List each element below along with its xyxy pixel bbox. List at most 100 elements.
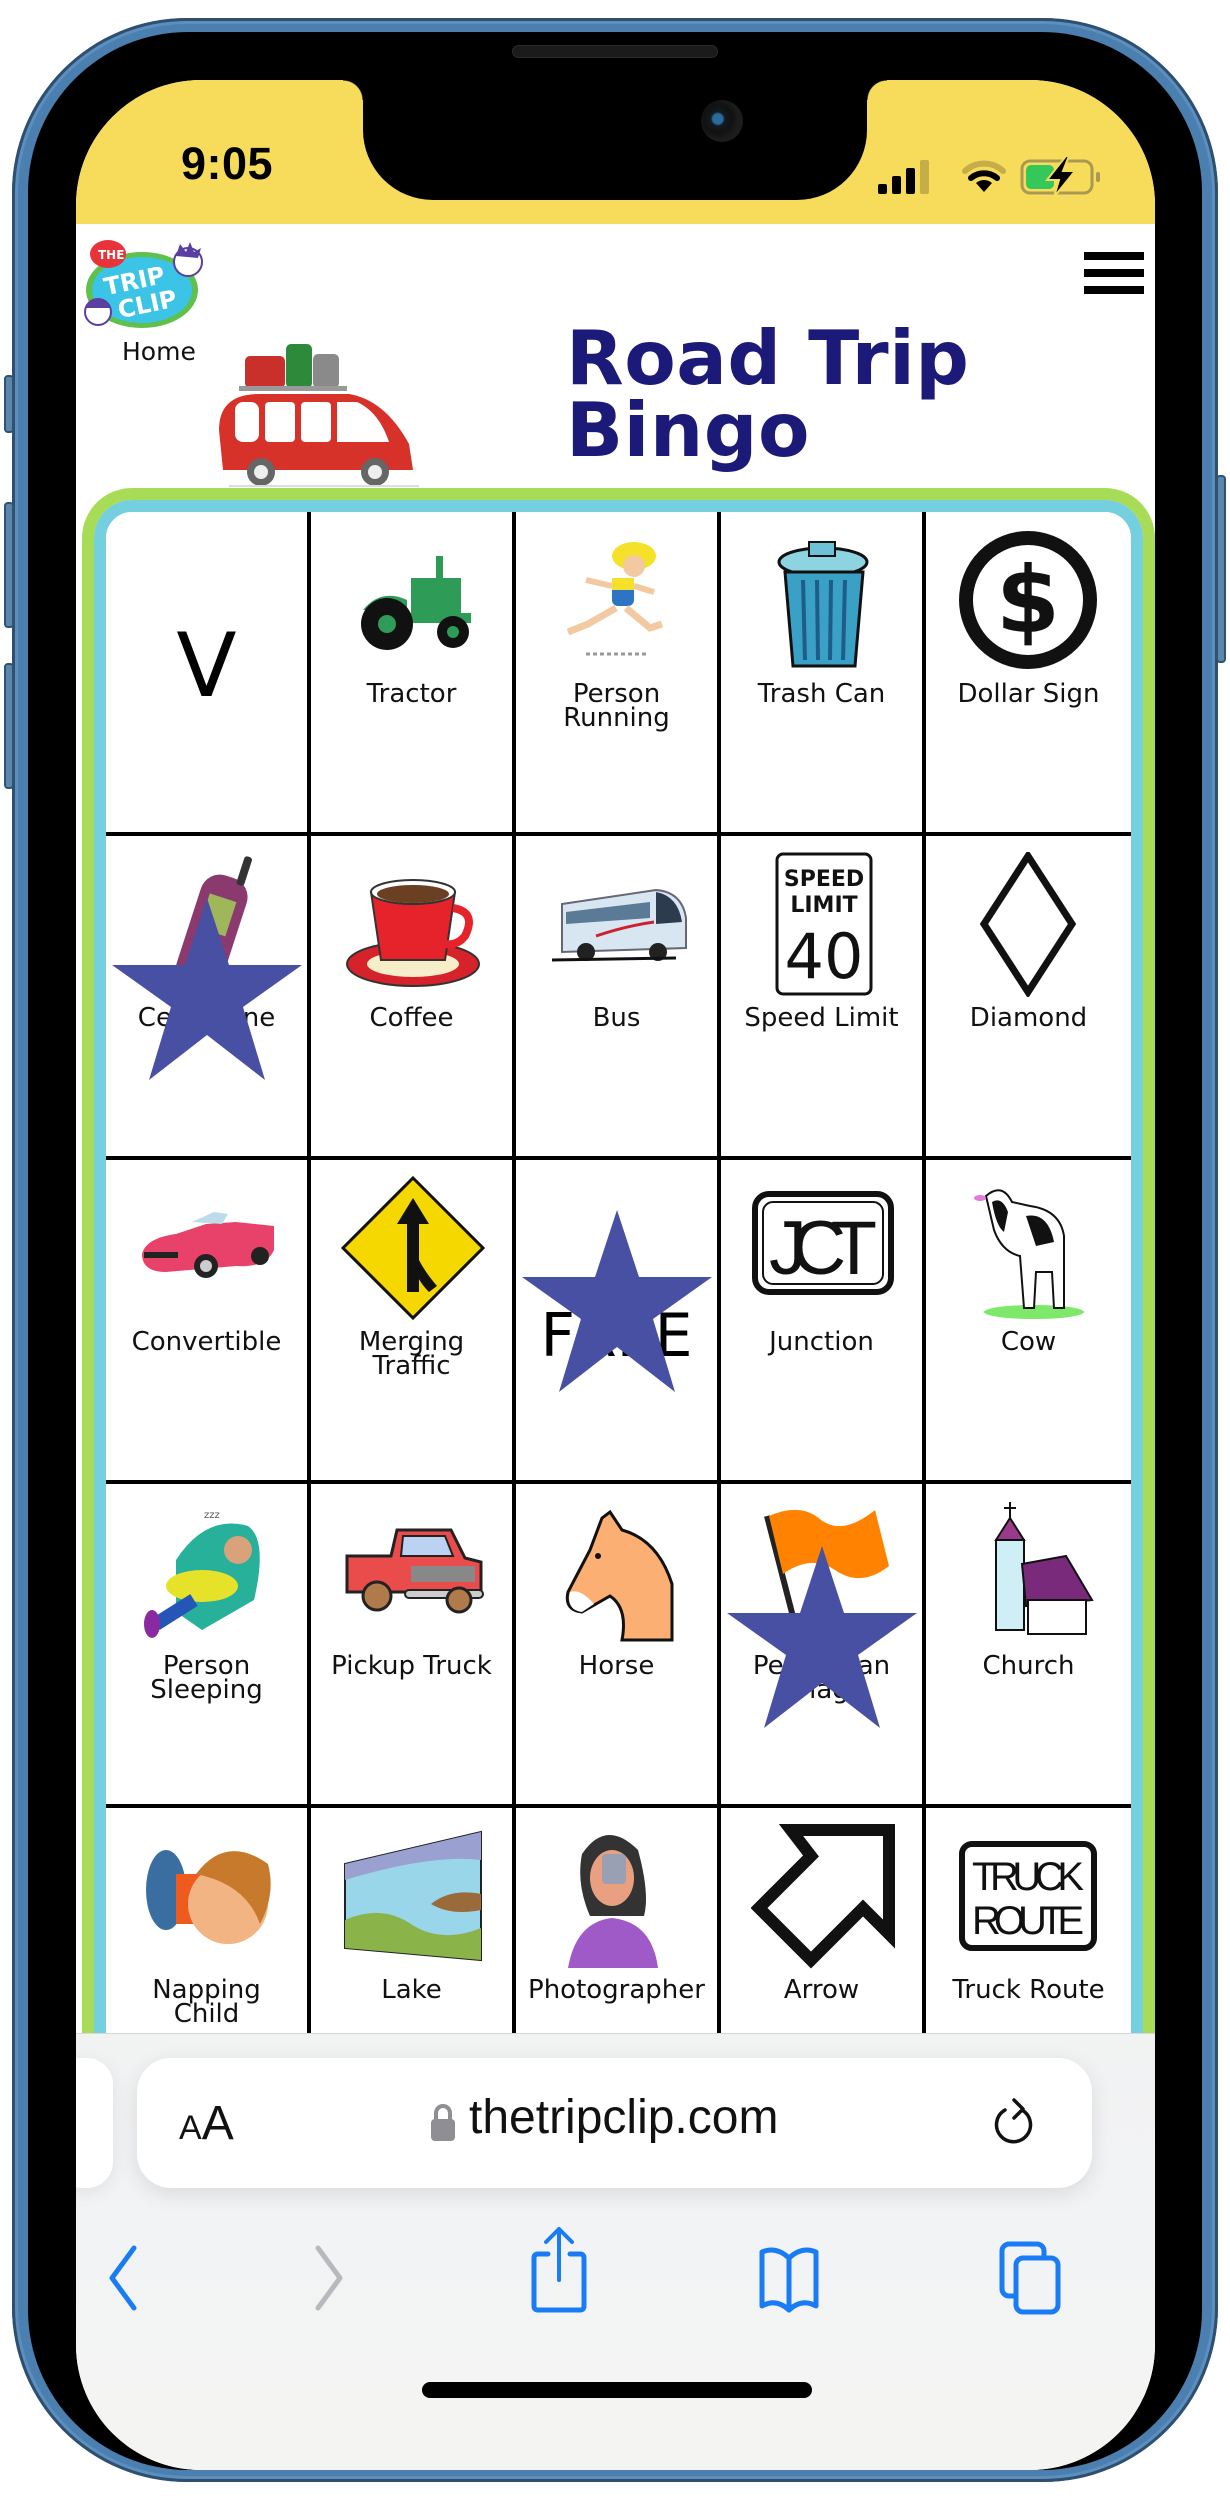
- bingo-cell[interactable]: Person Running: [516, 512, 721, 836]
- mute-switch: [4, 375, 14, 433]
- bingo-cell[interactable]: Church: [926, 1484, 1131, 1808]
- bingo-cell[interactable]: Napping Child: [106, 1808, 311, 2036]
- bingo-cell[interactable]: FREE: [516, 1160, 721, 1484]
- url-text[interactable]: thetripclip.com: [469, 2090, 778, 2145]
- bingo-board-frame: V Tractor Person Running Trash Can $ Dollar S…: [82, 488, 1155, 2036]
- status-time: 9:05: [181, 138, 274, 189]
- wifi-icon: [962, 160, 1006, 192]
- pickup-truck-icon: [341, 1500, 486, 1645]
- front-camera-icon: [701, 100, 743, 142]
- signal-bar: [892, 176, 901, 194]
- napping-child-icon: [136, 1824, 281, 1969]
- hamburger-menu-icon[interactable]: [1084, 250, 1144, 296]
- back-chevron-icon[interactable]: [90, 2240, 160, 2316]
- arrow-sign-icon: [751, 1824, 896, 1969]
- text-size-big: A: [201, 2097, 234, 2150]
- home-indicator[interactable]: [422, 2382, 812, 2398]
- bingo-cell[interactable]: Trash Can: [721, 512, 926, 836]
- browser-toolbar: AA thetripclip.com: [76, 2033, 1155, 2470]
- bingo-cell[interactable]: Bus: [516, 836, 721, 1160]
- bingo-board: V Tractor Person Running Trash Can $ Dollar S…: [94, 500, 1143, 2036]
- bingo-cell[interactable]: SPEED LIMIT 40 Speed Limit: [721, 836, 926, 1160]
- horse-icon: [546, 1500, 691, 1645]
- bingo-cell[interactable]: Photographer: [516, 1808, 721, 2036]
- svg-text:zzz: zzz: [204, 1510, 220, 1521]
- status-bar: 9:05: [76, 80, 1155, 224]
- svg-text:JCT: JCT: [769, 1206, 877, 1291]
- person-sleeping-icon: zzz: [136, 1500, 281, 1645]
- page-title: Road Trip Bingo: [566, 321, 1126, 468]
- bookmarks-book-icon[interactable]: [754, 2240, 824, 2316]
- share-icon[interactable]: [524, 2224, 594, 2314]
- person-running-icon: [546, 528, 691, 673]
- svg-text:LIMIT: LIMIT: [790, 893, 857, 918]
- svg-text:ROUTE: ROUTE: [972, 1899, 1084, 1943]
- text-size-button[interactable]: AA: [179, 2096, 234, 2151]
- bingo-cell[interactable]: Pedestrian Flag: [721, 1484, 926, 1808]
- address-bar[interactable]: AA thetripclip.com: [137, 2058, 1092, 2188]
- church-icon: [956, 1500, 1101, 1645]
- cell-label: Napping Child: [152, 1975, 261, 2029]
- bingo-cell[interactable]: Diamond: [926, 836, 1131, 1160]
- bingo-cell[interactable]: Arrow: [721, 1808, 926, 2036]
- forward-chevron-icon[interactable]: [292, 2240, 362, 2316]
- bingo-cell[interactable]: Cell Phone: [106, 836, 311, 1160]
- tabs-icon[interactable]: [996, 2240, 1066, 2316]
- status-icons: [878, 155, 1100, 198]
- cell-phone-icon: [136, 852, 281, 997]
- bingo-cell[interactable]: Coffee: [311, 836, 516, 1160]
- bingo-cell[interactable]: Pickup Truck: [311, 1484, 516, 1808]
- bingo-cell[interactable]: zzz Person Sleeping: [106, 1484, 311, 1808]
- bingo-letter: V: [176, 614, 237, 717]
- bingo-cell[interactable]: Cow: [926, 1160, 1131, 1484]
- cell-label: Church: [982, 1651, 1075, 1681]
- bingo-cell[interactable]: JCT Junction: [721, 1160, 926, 1484]
- cell-label: Truck Route: [952, 1975, 1105, 2005]
- cell-label: Pedestrian Flag: [752, 1651, 891, 1705]
- bingo-cell[interactable]: Horse: [516, 1484, 721, 1808]
- bingo-cell[interactable]: Convertible: [106, 1160, 311, 1484]
- bingo-cell[interactable]: V: [106, 512, 311, 836]
- text-size-small: A: [179, 2109, 202, 2147]
- previous-tab-pill[interactable]: [76, 2058, 113, 2188]
- volume-up-button: [4, 502, 14, 628]
- cell-label: Coffee: [369, 1003, 454, 1033]
- earpiece-speaker: [512, 45, 718, 58]
- cow-icon: [956, 1176, 1101, 1321]
- svg-text:40: 40: [785, 920, 864, 993]
- cell-label: Bus: [592, 1003, 641, 1033]
- trip-clip-logo[interactable]: THE TRIP CLIP: [80, 232, 216, 332]
- lock-icon: [431, 2104, 455, 2141]
- cell-label: Horse: [578, 1651, 655, 1681]
- bingo-cell[interactable]: Merging Traffic: [311, 1160, 516, 1484]
- cell-label: Tractor: [366, 679, 457, 709]
- signal-bar: [906, 168, 915, 194]
- bingo-cell[interactable]: Lake: [311, 1808, 516, 2036]
- battery-icon: [1020, 155, 1100, 198]
- home-link[interactable]: Home: [122, 337, 196, 366]
- svg-text:TRUCK: TRUCK: [972, 1855, 1084, 1899]
- cell-label: Lake: [381, 1975, 442, 2005]
- photographer-icon: [546, 1824, 691, 1969]
- cell-label: Convertible: [131, 1327, 282, 1357]
- red-car-illustration: [219, 344, 419, 487]
- svg-text:SPEED: SPEED: [784, 867, 864, 892]
- bingo-cell[interactable]: Tractor: [311, 512, 516, 836]
- coffee-icon: [341, 852, 486, 997]
- tractor-icon: [341, 528, 486, 673]
- cell-label: Cow: [1000, 1327, 1057, 1357]
- web-page: THE TRIP CLIP Home Road Trip Bingo V Tra…: [76, 224, 1155, 2036]
- notch: [343, 80, 887, 200]
- svg-text:$: $: [996, 547, 1060, 654]
- speed-limit-sign-icon: SPEED LIMIT 40: [751, 852, 896, 997]
- cell-label: Cell Phone: [137, 1003, 276, 1033]
- merging-traffic-sign-icon: [341, 1176, 486, 1321]
- bingo-cell[interactable]: $ Dollar Sign: [926, 512, 1131, 836]
- bingo-cell[interactable]: TRUCK ROUTE Truck Route: [926, 1808, 1131, 2036]
- cell-label: Pickup Truck: [331, 1651, 492, 1681]
- svg-text:THE: THE: [98, 248, 124, 262]
- cell-label: Merging Traffic: [358, 1327, 465, 1381]
- cell-label: Speed Limit: [744, 1003, 899, 1033]
- signal-icon: [878, 160, 929, 194]
- reload-icon[interactable]: [989, 2098, 1039, 2150]
